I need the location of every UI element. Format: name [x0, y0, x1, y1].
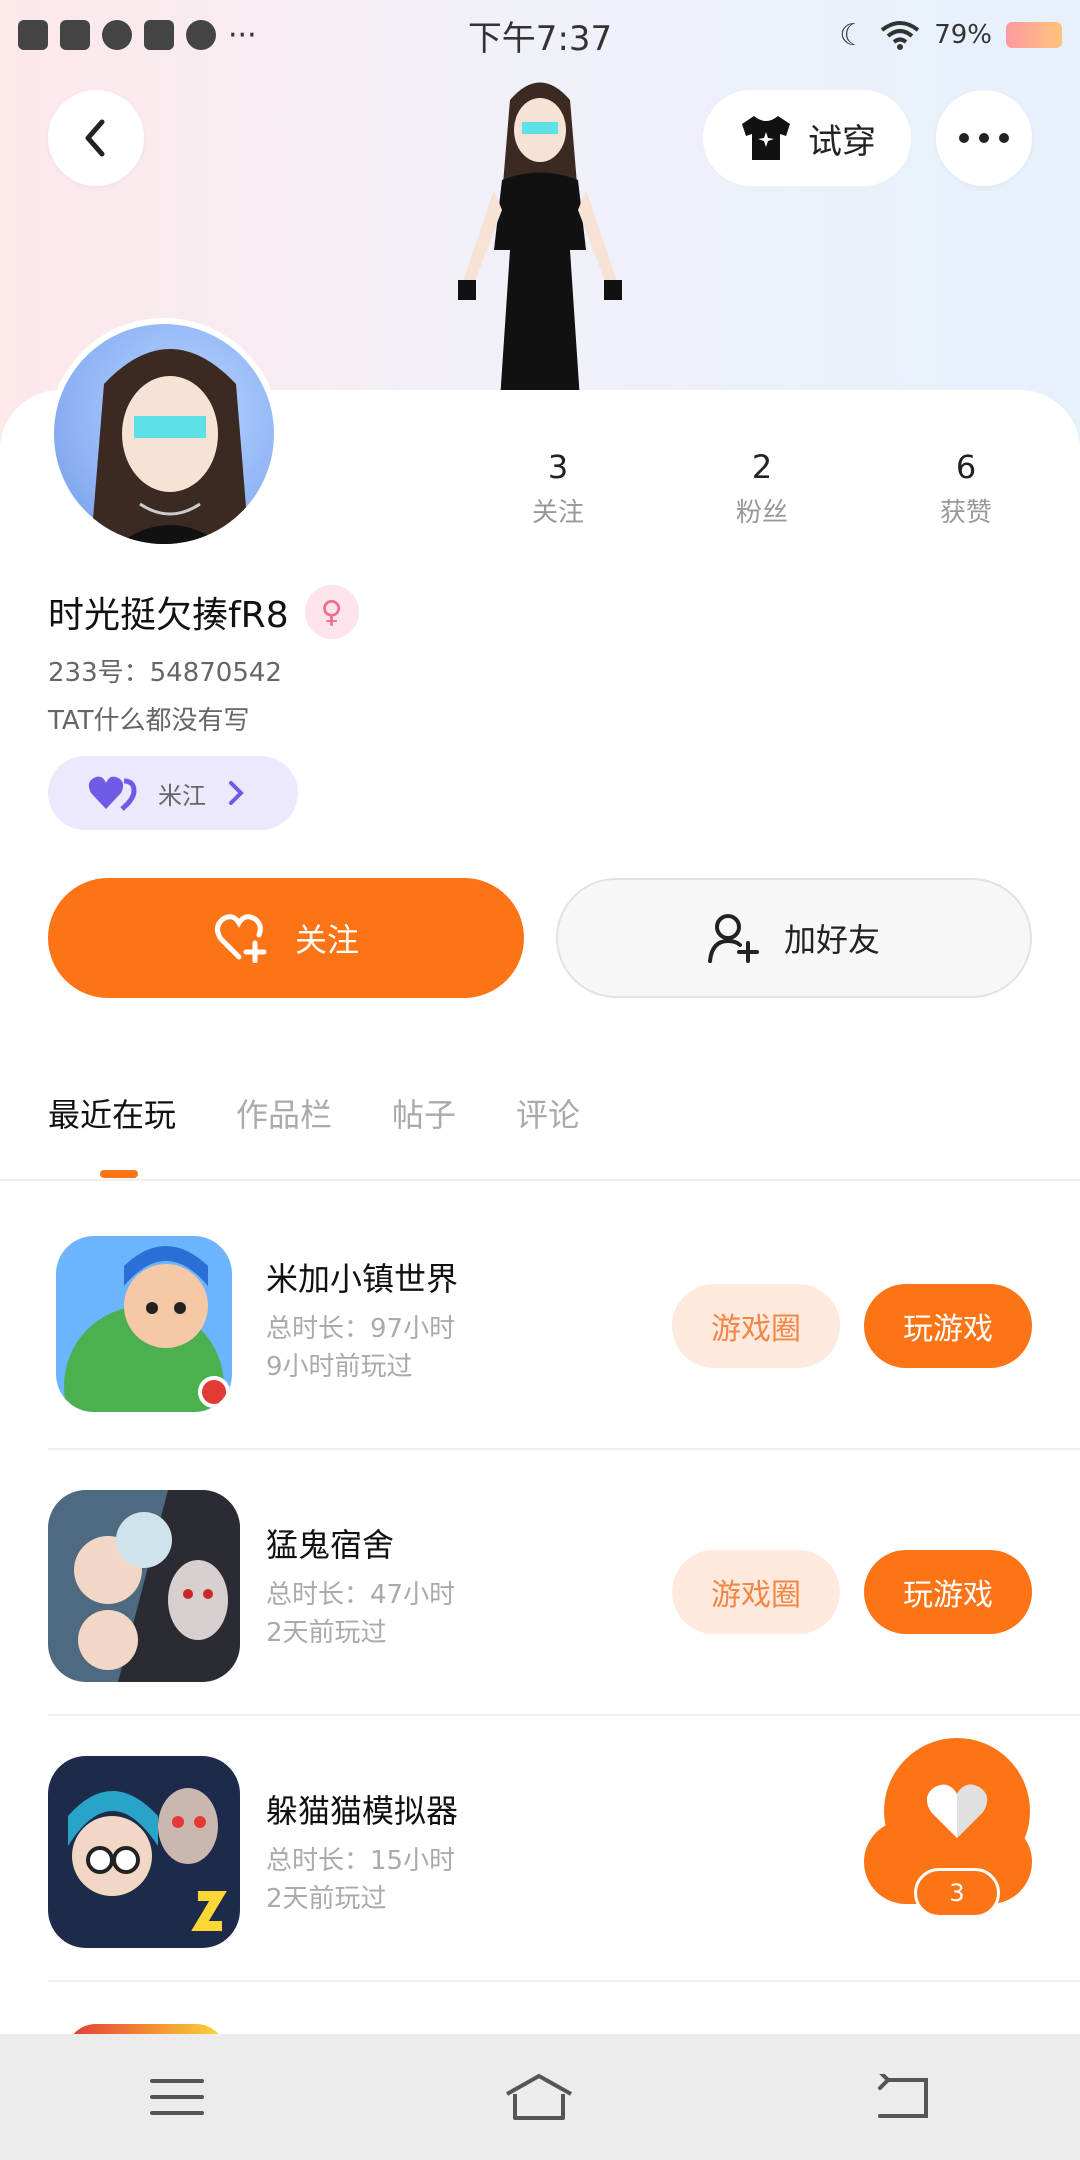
profile-avatar[interactable] [48, 318, 280, 550]
profile-tag-label: 米江 [158, 781, 206, 810]
game-icon[interactable] [48, 1490, 240, 1682]
floating-like-count: 3 [914, 1868, 1000, 1918]
play-game-button[interactable]: 玩游戏 [864, 1550, 1032, 1634]
try-on-label: 试穿 [808, 121, 876, 162]
shirt-icon [742, 116, 790, 160]
game-name: 躲猫猫模拟器 [266, 1792, 459, 1830]
stat-followers-count: 2 [751, 448, 773, 486]
stat-followers-label: 粉丝 [735, 498, 788, 528]
game-last-played: 9小时前玩过 [266, 1352, 413, 1382]
more-dots-icon [959, 133, 1009, 143]
game-duration: 总时长：97小时 [266, 1314, 456, 1344]
stat-following-label: 关注 [531, 498, 584, 528]
try-on-button[interactable]: 试穿 [703, 90, 911, 186]
game-last-played: 2天前玩过 [266, 1884, 387, 1914]
game-row[interactable]: 米加小镇世界 总时长：97小时 9小时前玩过 游戏圈 玩游戏 [48, 1184, 1080, 1450]
stat-following-count: 3 [547, 448, 569, 486]
follow-label: 关注 [294, 921, 359, 959]
heart-add-icon [214, 914, 267, 963]
row-divider [48, 1980, 1080, 1982]
stat-following[interactable]: 3 关注 [488, 448, 628, 529]
heart-icon [88, 776, 137, 811]
profile-bio: TAT什么都没有写 [48, 706, 250, 736]
stat-followers[interactable]: 2 粉丝 [692, 448, 832, 529]
stat-likes-label: 获赞 [939, 498, 992, 528]
stat-likes[interactable]: 6 获赞 [896, 448, 1036, 529]
profile-name-row: 时光挺欠揍fR8 ♀ [48, 585, 359, 639]
profile-uid: 233号：54870542 [48, 658, 282, 688]
tab-posts[interactable]: 帖子 [392, 1090, 456, 1136]
add-friend-label: 加好友 [783, 921, 880, 959]
chevron-right-icon [229, 781, 244, 805]
follow-button[interactable]: 关注 [48, 878, 524, 998]
female-gender-icon: ♀ [304, 585, 359, 639]
game-duration: 总时长：15小时 [266, 1846, 456, 1876]
game-name: 米加小镇世界 [266, 1260, 459, 1298]
chevron-left-icon [85, 119, 105, 157]
stat-likes-count: 6 [955, 448, 977, 486]
back-button[interactable] [48, 90, 144, 186]
tab-recently-played[interactable]: 最近在玩 [48, 1090, 176, 1136]
play-game-button[interactable]: 玩游戏 [864, 1284, 1032, 1368]
game-name: 猛鬼宿舍 [266, 1526, 395, 1564]
profile-tag-pill[interactable]: 米江 [48, 756, 298, 830]
profile-name: 时光挺欠揍fR8 [48, 595, 289, 636]
tab-active-indicator [100, 1170, 138, 1178]
game-duration: 总时长：47小时 [266, 1580, 456, 1610]
floating-like-button[interactable] [884, 1738, 1030, 1884]
tabs-divider [0, 1179, 1080, 1181]
tab-works[interactable]: 作品栏 [236, 1090, 332, 1136]
profile-tabs: 最近在玩 作品栏 帖子 评论 [48, 1090, 580, 1136]
add-user-icon [707, 914, 759, 963]
add-friend-button[interactable]: 加好友 [556, 878, 1032, 998]
game-icon[interactable] [56, 1236, 232, 1412]
more-options-button[interactable] [936, 90, 1032, 186]
status-bar: ··· 下午7:37 ☾ 79% [0, 0, 1080, 70]
avatar-3d-figure[interactable] [440, 70, 640, 400]
home-icon[interactable] [503, 2072, 575, 2122]
status-time: 下午7:37 [467, 18, 613, 59]
back-nav-icon[interactable] [874, 2074, 930, 2120]
game-last-played: 2天前玩过 [266, 1618, 387, 1648]
system-navigation-bar [0, 2034, 1080, 2160]
game-circle-button[interactable]: 游戏圈 [672, 1550, 840, 1634]
game-artwork [48, 1756, 240, 1948]
heart-icon [926, 1784, 988, 1838]
menu-icon[interactable] [149, 2077, 204, 2117]
game-circle-button[interactable]: 游戏圈 [672, 1284, 840, 1368]
game-icon[interactable] [48, 1756, 240, 1948]
tab-comments[interactable]: 评论 [516, 1090, 580, 1136]
game-row[interactable]: 猛鬼宿舍 总时长：47小时 2天前玩过 游戏圈 玩游戏 [48, 1450, 1080, 1716]
game-artwork [48, 1490, 240, 1682]
game-artwork [56, 1236, 232, 1412]
